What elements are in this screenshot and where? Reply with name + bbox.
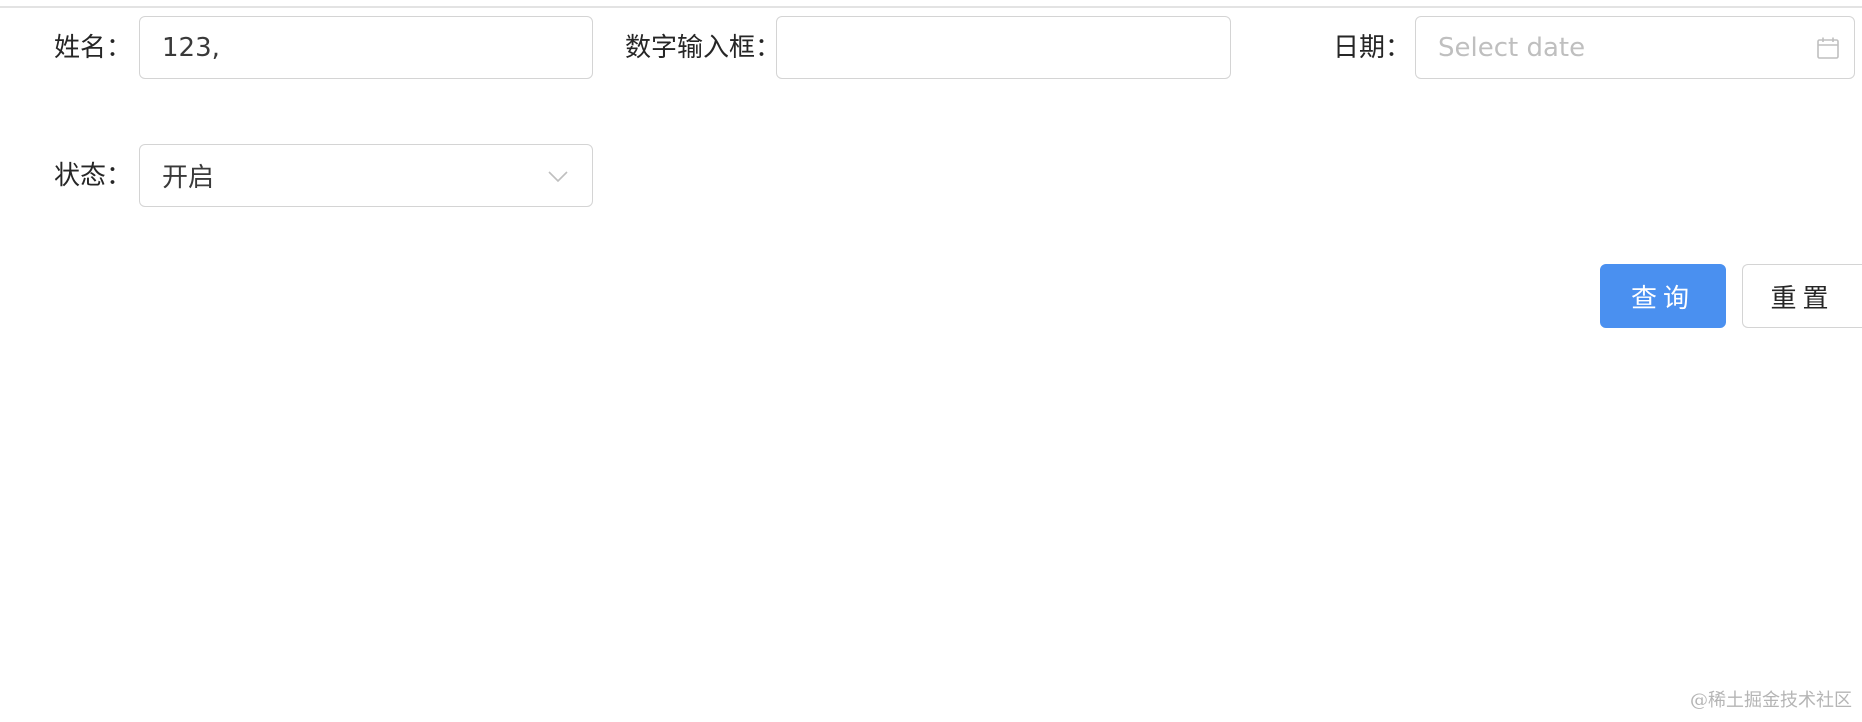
name-input[interactable]: 123, bbox=[139, 16, 593, 79]
date-label: 日期： bbox=[1333, 33, 1412, 63]
status-label: 状态： bbox=[54, 161, 133, 191]
calendar-icon[interactable] bbox=[1816, 36, 1840, 60]
date-picker[interactable]: Select date bbox=[1415, 16, 1855, 79]
watermark: @稀土掘金技术社区 bbox=[1690, 690, 1852, 711]
status-selected-value: 开启 bbox=[162, 163, 215, 193]
query-button[interactable]: 查询 bbox=[1600, 264, 1726, 328]
number-label: 数字输入框： bbox=[625, 33, 782, 63]
name-input-value: 123, bbox=[162, 32, 220, 63]
name-label: 姓名： bbox=[54, 33, 133, 63]
chevron-down-icon bbox=[546, 164, 570, 188]
status-select[interactable]: 开启 bbox=[139, 144, 593, 207]
search-form-page: 姓名： 123, 数字输入框： 日期： Select date 状态： 开启 查… bbox=[0, 0, 1862, 722]
reset-button[interactable]: 重置 bbox=[1742, 264, 1862, 328]
date-placeholder: Select date bbox=[1438, 32, 1586, 63]
number-input[interactable] bbox=[776, 16, 1231, 79]
top-divider bbox=[0, 6, 1862, 8]
